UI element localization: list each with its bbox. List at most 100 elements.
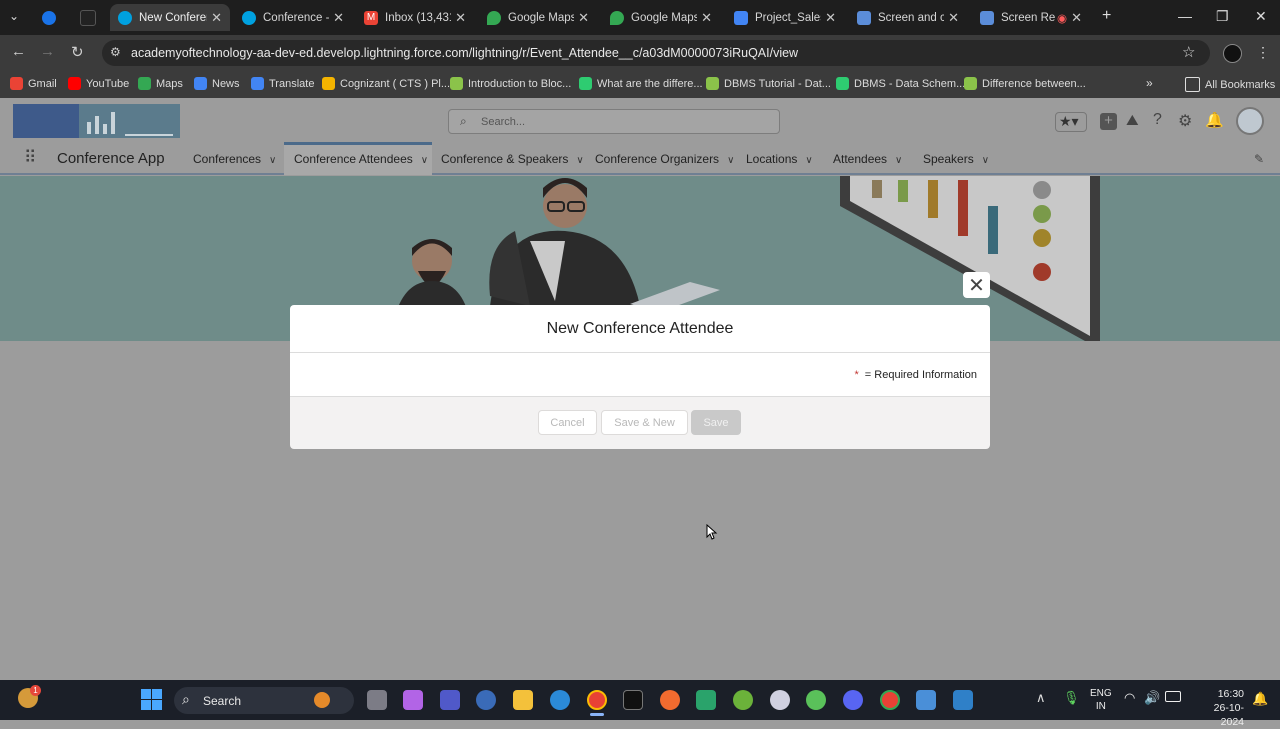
chrome-profile-icon[interactable] bbox=[880, 690, 900, 710]
minimize-icon[interactable]: — bbox=[1178, 8, 1192, 24]
close-icon[interactable]: ✕ bbox=[578, 10, 589, 26]
user-avatar[interactable] bbox=[1236, 107, 1264, 135]
taskbar-search-box[interactable]: ⌕ Search bbox=[174, 687, 354, 714]
discord-icon[interactable] bbox=[843, 690, 863, 710]
notepad-icon[interactable] bbox=[916, 690, 936, 710]
chevron-down-icon[interactable]: ∨ bbox=[727, 155, 734, 166]
terminal-icon[interactable] bbox=[623, 690, 643, 710]
system-clock[interactable]: 16:30 26-10-2024 bbox=[1192, 687, 1244, 729]
bookmark-star-icon[interactable]: ☆ bbox=[1182, 43, 1195, 61]
screen-recorder-app-icon[interactable] bbox=[476, 690, 496, 710]
window-close-icon[interactable]: ✕ bbox=[1255, 8, 1267, 25]
nav-tab-conference-attendees[interactable]: Conference Attendees ∨ bbox=[294, 152, 428, 166]
close-icon[interactable]: ✕ bbox=[701, 10, 712, 26]
close-icon[interactable]: ✕ bbox=[1071, 10, 1082, 26]
snipping-tool-icon[interactable] bbox=[953, 690, 973, 710]
teams-icon[interactable] bbox=[440, 690, 460, 710]
browser-tab-conference[interactable]: Conference - S ✕ bbox=[234, 4, 352, 31]
windows-start-icon[interactable] bbox=[141, 689, 162, 710]
help-icon[interactable]: ? bbox=[1153, 111, 1162, 129]
profile-avatar[interactable] bbox=[1223, 44, 1242, 63]
browser-tab-project[interactable]: Project_Salesf ✕ bbox=[726, 4, 844, 31]
bookmark-dbms-schema[interactable]: DBMS - Data Schem... bbox=[836, 77, 965, 90]
file-explorer-icon[interactable] bbox=[513, 690, 533, 710]
url-text[interactable]: academyoftechnology-aa-dev-ed.develop.li… bbox=[131, 46, 798, 60]
save-and-new-button[interactable]: Save & New bbox=[601, 410, 688, 435]
chevron-up-icon[interactable]: ∧ bbox=[1036, 690, 1046, 706]
close-icon[interactable]: ✕ bbox=[455, 10, 466, 26]
volume-icon[interactable]: 🔊 bbox=[1144, 690, 1160, 706]
bookmark-difference-between[interactable]: Difference between... bbox=[964, 77, 1086, 90]
browser-tab-google-maps-1[interactable]: Google Maps ✕ bbox=[479, 4, 597, 31]
nav-tab-conferences[interactable]: Conferences ∨ bbox=[193, 152, 276, 166]
language-indicator[interactable]: ENG IN bbox=[1090, 687, 1112, 713]
bookmark-youtube[interactable]: YouTube bbox=[68, 77, 129, 90]
browser-tab-inbox[interactable]: M Inbox (13,431) ✕ bbox=[356, 4, 474, 31]
spring-icon[interactable] bbox=[733, 690, 753, 710]
back-icon[interactable]: ← bbox=[11, 43, 26, 60]
postman-icon[interactable] bbox=[660, 690, 680, 710]
all-bookmarks[interactable]: All Bookmarks bbox=[1185, 77, 1275, 92]
browser-tab-1[interactable] bbox=[34, 4, 68, 31]
forward-icon[interactable]: → bbox=[40, 43, 55, 60]
copilot-icon[interactable] bbox=[403, 690, 423, 710]
utorrent-icon[interactable] bbox=[806, 690, 826, 710]
bookmark-news[interactable]: News bbox=[194, 77, 240, 90]
app-launcher-icon[interactable]: ⠿ bbox=[24, 148, 36, 168]
chevron-down-icon[interactable]: ∨ bbox=[805, 155, 812, 166]
browser-tab-google-maps-2[interactable]: Google Maps ✕ bbox=[602, 4, 720, 31]
browser-tab-screen-capture[interactable]: Screen and ca ✕ bbox=[849, 4, 967, 31]
close-icon[interactable]: ✕ bbox=[825, 10, 836, 26]
chevron-down-icon[interactable]: ∨ bbox=[895, 155, 902, 166]
microphone-icon[interactable]: 🎙 bbox=[1063, 690, 1080, 706]
save-button[interactable]: Save bbox=[691, 410, 741, 435]
modal-close-button[interactable]: ✕ bbox=[963, 272, 990, 298]
task-view-icon[interactable] bbox=[367, 690, 387, 710]
notifications-bell-icon[interactable]: 🔔 bbox=[1205, 111, 1224, 129]
nav-tab-locations[interactable]: Locations ∨ bbox=[746, 152, 813, 166]
close-icon[interactable]: ✕ bbox=[948, 10, 959, 26]
nav-tab-conference-organizers[interactable]: Conference Organizers ∨ bbox=[595, 152, 734, 166]
nav-tab-conference-speakers[interactable]: Conference & Speakers ∨ bbox=[441, 152, 584, 166]
setup-gear-icon[interactable]: ⚙ bbox=[1178, 111, 1192, 131]
global-actions-icon[interactable]: + bbox=[1100, 113, 1117, 130]
wifi-icon[interactable]: ◠ bbox=[1124, 690, 1135, 706]
tab-search-chevron-icon[interactable]: ⌄ bbox=[9, 9, 19, 23]
bookmark-maps[interactable]: Maps bbox=[138, 77, 183, 90]
menu-icon[interactable]: ⋮ bbox=[1256, 44, 1270, 61]
favorites-icon[interactable]: ★▾ bbox=[1055, 112, 1087, 132]
bookmark-differences[interactable]: What are the differe... bbox=[579, 77, 703, 90]
bookmark-blockchain[interactable]: Introduction to Bloc... bbox=[450, 77, 571, 90]
browser-tab-screen-recorder[interactable]: Screen Re ◉ ✕ bbox=[972, 4, 1090, 31]
browser-tab-2[interactable] bbox=[72, 4, 106, 31]
bookmark-cognizant[interactable]: Cognizant ( CTS ) Pl... bbox=[322, 77, 450, 90]
browser-tab-new-conference[interactable]: New Conferen ✕ bbox=[110, 4, 230, 31]
nav-tab-speakers[interactable]: Speakers ∨ bbox=[923, 152, 989, 166]
notification-bell-icon[interactable]: 🔔 bbox=[1252, 691, 1268, 707]
eclipse-icon[interactable] bbox=[770, 690, 790, 710]
chrome-icon[interactable] bbox=[587, 690, 607, 710]
edit-nav-pencil-icon[interactable]: ✎ bbox=[1254, 152, 1264, 166]
more-bookmarks-icon[interactable]: » bbox=[1146, 76, 1153, 90]
site-info-icon[interactable]: ⚙ bbox=[110, 45, 121, 59]
close-icon[interactable]: ✕ bbox=[211, 10, 222, 26]
bookmark-translate[interactable]: Translate bbox=[251, 77, 314, 90]
bookmark-gmail[interactable]: Gmail bbox=[10, 77, 57, 90]
trailhead-icon[interactable]: ⛰ bbox=[1126, 112, 1139, 129]
slack-icon[interactable] bbox=[696, 690, 716, 710]
bookmark-dbms-tutorial[interactable]: DBMS Tutorial - Dat... bbox=[706, 77, 831, 90]
chevron-down-icon[interactable]: ∨ bbox=[982, 155, 989, 166]
new-tab-icon[interactable]: + bbox=[1102, 7, 1111, 25]
nav-tab-attendees[interactable]: Attendees ∨ bbox=[833, 152, 902, 166]
bookmark-label: Introduction to Bloc... bbox=[468, 77, 572, 90]
restore-icon[interactable]: ❐ bbox=[1216, 8, 1229, 25]
reload-icon[interactable]: ↻ bbox=[71, 43, 84, 61]
battery-icon[interactable] bbox=[1165, 691, 1181, 702]
chevron-down-icon[interactable]: ∨ bbox=[421, 155, 428, 166]
close-icon[interactable]: ✕ bbox=[333, 10, 344, 26]
chevron-down-icon[interactable]: ∨ bbox=[576, 155, 583, 166]
cancel-button[interactable]: Cancel bbox=[538, 410, 597, 435]
chevron-down-icon[interactable]: ∨ bbox=[269, 155, 276, 166]
edge-icon[interactable] bbox=[550, 690, 570, 710]
global-search-input[interactable]: ⌕ Search... bbox=[448, 109, 780, 134]
